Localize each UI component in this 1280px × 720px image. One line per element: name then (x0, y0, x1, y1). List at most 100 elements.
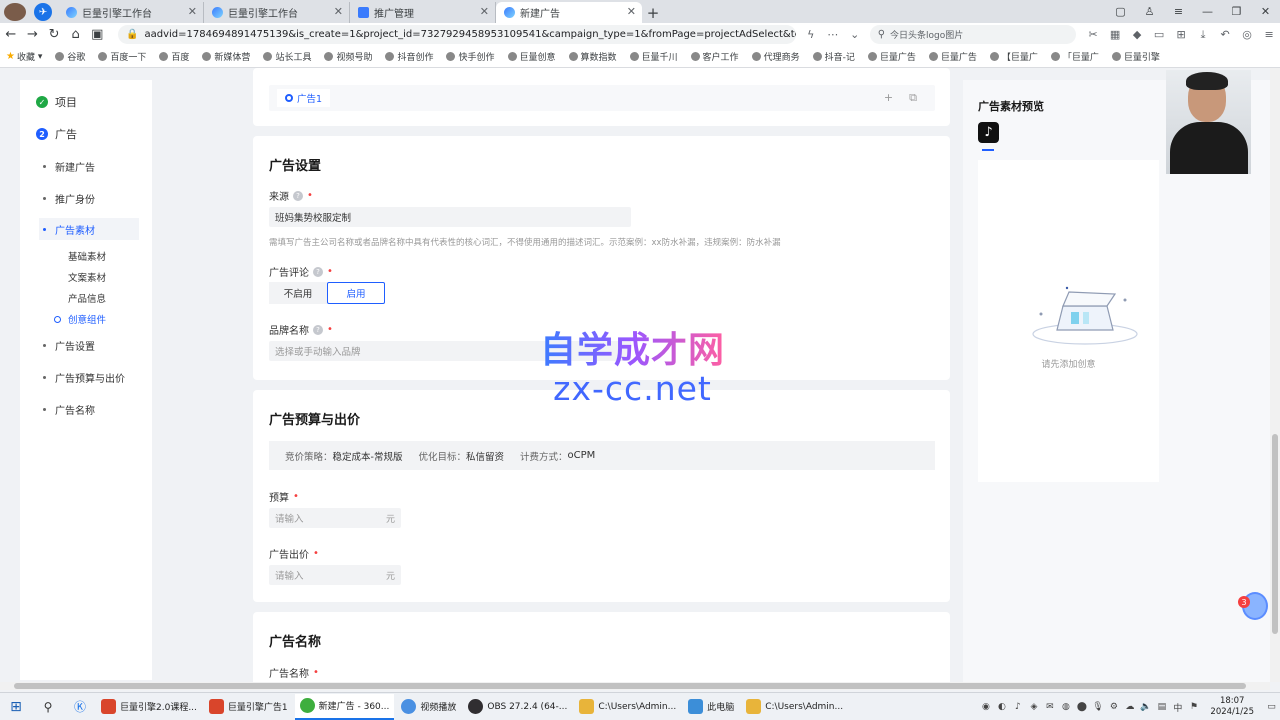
lightning-icon[interactable]: ϟ (800, 28, 822, 41)
bookmark-item[interactable]: 【巨量广 (989, 50, 1038, 63)
browser-tab[interactable]: 推广管理 ✕ (350, 2, 496, 23)
pinned-tab-icon[interactable]: ✈ (34, 3, 52, 21)
bookmark-item[interactable]: 代理商务 (751, 50, 800, 63)
nav-item-new-ad[interactable]: 新建广告 (43, 159, 95, 174)
profile-avatar[interactable] (4, 3, 26, 21)
more-icon[interactable]: ⋯ (822, 28, 844, 41)
wechat-icon[interactable]: ✉ (1042, 701, 1057, 713)
browser-tab-active[interactable]: 新建广告 ✕ (496, 2, 642, 23)
douyin-icon[interactable]: ♪ (978, 122, 999, 143)
bookmark-item[interactable]: 客户工作 (690, 50, 739, 63)
help-icon[interactable]: ? (293, 190, 303, 201)
tray-icon[interactable]: ◉ (978, 701, 993, 713)
chevron-down-icon[interactable]: ⌄ (844, 28, 866, 41)
step-project[interactable]: ✓ 项目 (36, 94, 77, 110)
copy-icon[interactable]: ⧉ (909, 91, 917, 105)
browser-tab[interactable]: 巨量引擎工作台 ✕ (204, 2, 350, 23)
nav-item-ad-material[interactable]: 广告素材 (39, 218, 139, 240)
input-method-icon[interactable]: 中 (1170, 701, 1185, 714)
bookmark-item[interactable]: 算数指数 (568, 50, 617, 63)
bookmark-item[interactable]: 巨量千川 (629, 50, 678, 63)
bookmark-item[interactable]: 抖音-记 (812, 50, 855, 63)
browser-logo-icon[interactable]: ◎ (1236, 25, 1258, 44)
nav-sub-product-info[interactable]: 产品信息 (68, 291, 106, 305)
comment-off-button[interactable]: 不启用 (269, 282, 327, 304)
extension-icon[interactable]: ▦ (1104, 25, 1126, 44)
new-tab-button[interactable]: + (642, 2, 664, 23)
nav-item-ad-settings[interactable]: 广告设置 (43, 338, 95, 353)
bookmark-item[interactable]: 「巨量广 (1050, 50, 1099, 63)
home-icon[interactable]: ⌂ (65, 24, 87, 46)
taskbar-app[interactable]: 巨量引擎广告1 (204, 694, 293, 720)
nav-item-promo-identity[interactable]: 推广身份 (43, 191, 95, 206)
ad-tab-1[interactable]: 广告1 (277, 89, 331, 107)
back-icon[interactable]: ← (0, 24, 22, 46)
bookmark-item[interactable]: 站长工具 (263, 50, 311, 63)
close-icon[interactable]: ✕ (334, 5, 343, 18)
scroll-thumb[interactable] (14, 683, 1246, 689)
bookmark-item[interactable]: 快手创作 (446, 50, 495, 63)
scroll-thumb[interactable] (1272, 434, 1278, 634)
tray-icon[interactable]: ◍ (1058, 701, 1073, 713)
minimize-icon[interactable]: — (1193, 0, 1222, 23)
menu-icon[interactable]: ≡ (1164, 0, 1193, 23)
nav-sub-copy-material[interactable]: 文案素材 (68, 270, 106, 284)
tray-icon[interactable]: ⬤ (1074, 701, 1089, 713)
step-ad[interactable]: 2 广告 (36, 126, 77, 142)
screen-icon[interactable]: ▭ (1148, 25, 1170, 44)
fox-icon[interactable]: ◆ (1126, 25, 1148, 44)
bookmark-item[interactable]: 巨量广告 (928, 50, 977, 63)
download-icon[interactable]: ⤓ (1192, 25, 1214, 44)
nav-sub-basic-material[interactable]: 基础素材 (68, 249, 106, 263)
forward-icon[interactable]: → (22, 24, 44, 46)
extension-icon[interactable]: ▣ (86, 24, 108, 46)
help-icon[interactable]: ? (313, 324, 323, 335)
bookmark-item[interactable]: 新媒体营 (202, 50, 250, 63)
tray-icon[interactable]: ⚙ (1106, 701, 1121, 713)
tray-icon[interactable]: ♪ (1010, 701, 1025, 713)
tray-icon[interactable]: ⚑ (1186, 701, 1201, 713)
undo-icon[interactable]: ↶ (1214, 25, 1236, 44)
scissors-icon[interactable]: ✂ (1082, 25, 1104, 44)
taskbar-app[interactable]: C:\Users\Admin... (574, 694, 681, 720)
windows-start-icon[interactable]: ⊞ (0, 699, 32, 715)
close-window-icon[interactable]: ✕ (1251, 0, 1280, 23)
browser-tab[interactable]: 巨量引擎工作台 ✕ (58, 2, 204, 23)
menu-icon[interactable]: ≡ (1258, 25, 1280, 44)
bookmark-item[interactable]: 百度 (159, 50, 189, 63)
url-field[interactable]: 🔒 aadvid=1784694891475139&is_create=1&pr… (118, 25, 796, 44)
taskbar-app[interactable]: OBS 27.2.4 (64-... (463, 694, 572, 720)
budget-input[interactable]: 请输入 元 (269, 508, 401, 528)
bookmark-item[interactable]: 百度一下 (98, 50, 146, 63)
search-icon[interactable]: ⚲ (32, 700, 64, 714)
close-icon[interactable]: ✕ (188, 5, 197, 18)
close-icon[interactable]: ✕ (627, 5, 636, 18)
apps-icon[interactable]: ⊞ (1170, 25, 1192, 44)
bookmark-item[interactable]: 视频号助 (324, 50, 372, 63)
taskbar-app[interactable]: 此电脑 (683, 694, 739, 720)
source-input[interactable]: 班妈集势校服定制 (269, 207, 631, 227)
shirt-icon[interactable]: ♙ (1135, 0, 1164, 23)
taskbar-app[interactable]: 巨量引擎2.0课程... (96, 694, 202, 720)
nav-item-budget-bid[interactable]: 广告预算与出价 (43, 370, 125, 385)
volume-icon[interactable]: 🔈 (1138, 701, 1153, 713)
bookmark-item[interactable]: 谷歌 (55, 50, 85, 63)
pinned-app-icon[interactable]: Ⓚ (64, 698, 96, 715)
help-icon[interactable]: ? (313, 266, 323, 277)
bookmark-favorites[interactable]: ★ 收藏 ▾ (6, 50, 42, 63)
microphone-icon[interactable]: 🎙 (1090, 701, 1105, 713)
restore-icon[interactable]: ❐ (1222, 0, 1251, 23)
tray-icon[interactable]: ◐ (994, 701, 1009, 713)
bookmark-item[interactable]: 巨量引擎 (1111, 50, 1160, 63)
bid-input[interactable]: 请输入 元 (269, 565, 401, 585)
vertical-scrollbar[interactable] (1270, 68, 1280, 682)
taskbar-app-active[interactable]: 新建广告 - 360... (294, 693, 395, 720)
nav-item-ad-name[interactable]: 广告名称 (43, 402, 95, 417)
cloud-icon[interactable]: ☁ (1122, 701, 1137, 713)
bookmark-item[interactable]: 巨量广告 (867, 50, 916, 63)
comment-on-button[interactable]: 启用 (327, 282, 385, 304)
bookmark-item[interactable]: 抖音创作 (385, 50, 433, 63)
tab-count-icon[interactable]: ▢ (1106, 0, 1135, 23)
reload-icon[interactable]: ↻ (43, 24, 65, 46)
close-icon[interactable]: ✕ (480, 5, 489, 18)
